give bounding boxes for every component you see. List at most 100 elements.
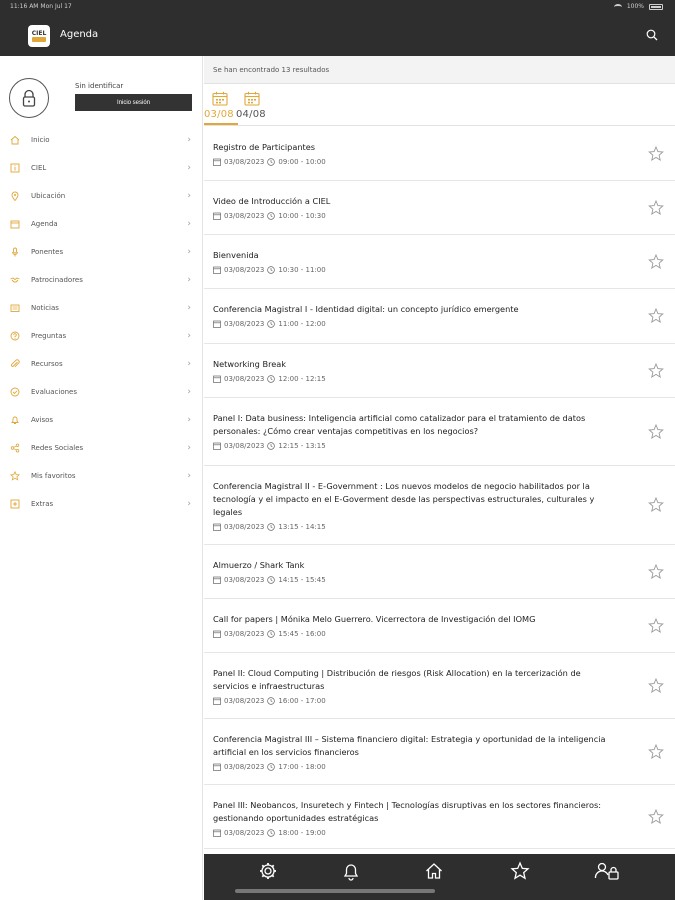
home-icon[interactable] [424, 861, 444, 881]
favorite-star-icon[interactable] [648, 743, 664, 760]
plus-box-icon [10, 499, 20, 509]
event-meta: 03/08/2023 14:15 - 15:45 [213, 576, 615, 584]
sidebar-item-label: Mis favoritos [31, 472, 76, 480]
sidebar-item-label: Noticias [31, 304, 59, 312]
status-bar: 11:16 AM Mon Jul 17 100% [0, 0, 675, 14]
sidebar-item-noticias[interactable]: Noticias › [0, 294, 203, 322]
event-time: 18:00 - 19:00 [278, 829, 326, 837]
calendar-icon [213, 442, 221, 450]
list-item[interactable]: Registro de Participantes 03/08/2023 09:… [204, 127, 675, 181]
event-title: Video de Introducción a CIEL [213, 196, 331, 206]
calendar-icon [244, 91, 260, 106]
sidebar-menu: Inicio › CIEL › Ubicación › Agenda › Pon… [0, 126, 203, 518]
list-item[interactable]: Panel II: Cloud Computing | Distribución… [204, 653, 675, 719]
event-title: Conferencia Magistral II - E-Government … [213, 481, 595, 517]
search-icon[interactable] [646, 29, 658, 41]
sidebar-item-ponentes[interactable]: Ponentes › [0, 238, 203, 266]
sidebar-item-preguntas[interactable]: Preguntas › [0, 322, 203, 350]
list-item[interactable]: Panel III: Neobancos, Insuretech y Finte… [204, 785, 675, 849]
sidebar-item-ciel[interactable]: CIEL › [0, 154, 203, 182]
sidebar-item-label: Agenda [31, 220, 58, 228]
sidebar-item-redes-sociales[interactable]: Redes Sociales › [0, 434, 203, 462]
chevron-right-icon: › [187, 303, 191, 313]
chevron-right-icon: › [187, 135, 191, 145]
star-icon [10, 471, 20, 481]
favorite-star-icon[interactable] [648, 617, 664, 634]
sidebar-item-agenda[interactable]: Agenda › [0, 210, 203, 238]
event-meta: 03/08/2023 10:00 - 10:30 [213, 212, 615, 220]
event-meta: 03/08/2023 15:45 - 16:00 [213, 630, 615, 638]
wifi-icon [613, 3, 622, 10]
event-date: 03/08/2023 [224, 442, 265, 450]
event-title: Almuerzo / Shark Tank [213, 560, 305, 570]
favorite-star-icon[interactable] [648, 563, 664, 580]
login-button[interactable]: Inicio sesión [75, 94, 192, 111]
list-item[interactable]: Bienvenida 03/08/2023 10:30 - 11:00 [204, 235, 675, 289]
event-date: 03/08/2023 [224, 576, 265, 584]
list-item[interactable]: Panel I: Data business: Inteligencia art… [204, 398, 675, 466]
tab-label: 03/08 [204, 109, 234, 120]
chevron-right-icon: › [187, 359, 191, 369]
event-time: 17:00 - 18:00 [278, 763, 326, 771]
list-item[interactable]: Almuerzo / Shark Tank 03/08/2023 14:15 -… [204, 545, 675, 599]
list-item[interactable]: Conferencia Magistral II - E-Government … [204, 466, 675, 545]
sidebar-item-extras[interactable]: Extras › [0, 490, 203, 518]
bottom-tab-bar [204, 854, 675, 900]
microphone-icon [12, 247, 18, 257]
sidebar-item-recursos[interactable]: Recursos › [0, 350, 203, 378]
favorite-star-icon[interactable] [648, 677, 664, 694]
calendar-icon [213, 320, 221, 328]
clock-icon [267, 442, 276, 450]
date-tabs: 03/08 04/08 [204, 86, 675, 126]
favorite-star-icon[interactable] [648, 362, 664, 379]
favorite-star-icon[interactable] [648, 308, 664, 324]
favorite-star-icon[interactable] [648, 199, 664, 216]
avatar[interactable] [9, 78, 49, 118]
bell-icon[interactable] [341, 861, 361, 881]
favorite-star-icon[interactable] [648, 253, 664, 270]
handshake-icon [10, 277, 20, 283]
sidebar-item-inicio[interactable]: Inicio › [0, 126, 203, 154]
list-item[interactable]: Networking Break 03/08/2023 12:00 - 12:1… [204, 344, 675, 398]
favorite-star-icon[interactable] [648, 423, 664, 440]
event-title: Conferencia Magistral III – Sistema fina… [213, 734, 606, 757]
event-meta: 03/08/2023 09:00 - 10:00 [213, 158, 615, 166]
sidebar-item-patrocinadores[interactable]: Patrocinadores › [0, 266, 203, 294]
list-item[interactable]: Call for papers | Mónika Melo Guerrero. … [204, 599, 675, 653]
sidebar-item-ubicacion[interactable]: Ubicación › [0, 182, 203, 210]
clock-icon [267, 630, 276, 638]
calendar-icon [213, 212, 221, 220]
chevron-right-icon: › [187, 163, 191, 173]
list-item[interactable]: Conferencia Magistral III – Sistema fina… [204, 719, 675, 785]
battery-icon [649, 3, 663, 10]
sidebar-item-label: Redes Sociales [31, 444, 84, 452]
sidebar-item-mis-favoritos[interactable]: Mis favoritos › [0, 462, 203, 490]
calendar-icon [213, 630, 221, 638]
event-list: Registro de Participantes 03/08/2023 09:… [204, 127, 675, 849]
event-meta: 03/08/2023 11:00 - 12:00 [213, 320, 615, 328]
bell-icon [11, 416, 19, 424]
share-icon [10, 443, 20, 453]
tab-date-0308[interactable]: 03/08 [204, 86, 238, 126]
favorite-star-icon[interactable] [648, 145, 664, 162]
event-meta: 03/08/2023 17:00 - 18:00 [213, 763, 615, 771]
list-item[interactable]: Conferencia Magistral I - Identidad digi… [204, 289, 675, 344]
favorite-star-icon[interactable] [648, 497, 664, 513]
clock-icon [267, 320, 276, 328]
event-title: Conferencia Magistral I - Identidad digi… [213, 304, 519, 314]
event-meta: 03/08/2023 12:00 - 12:15 [213, 375, 615, 383]
user-lock-icon[interactable] [594, 861, 620, 881]
star-icon[interactable] [510, 861, 530, 881]
tab-date-0408[interactable]: 04/08 [236, 86, 270, 126]
sidebar-item-evaluaciones[interactable]: Evaluaciones › [0, 378, 203, 406]
sidebar-item-label: Patrocinadores [31, 276, 83, 284]
sidebar-item-avisos[interactable]: Avisos › [0, 406, 203, 434]
list-item[interactable]: Video de Introducción a CIEL 03/08/2023 … [204, 181, 675, 235]
app-logo[interactable]: CIEL [28, 25, 50, 47]
sidebar-item-label: Recursos [31, 360, 63, 368]
lock-icon [22, 89, 36, 107]
favorite-star-icon[interactable] [648, 808, 664, 825]
location-pin-icon [11, 191, 19, 201]
gear-icon[interactable] [258, 861, 278, 881]
clock-icon [267, 763, 276, 771]
